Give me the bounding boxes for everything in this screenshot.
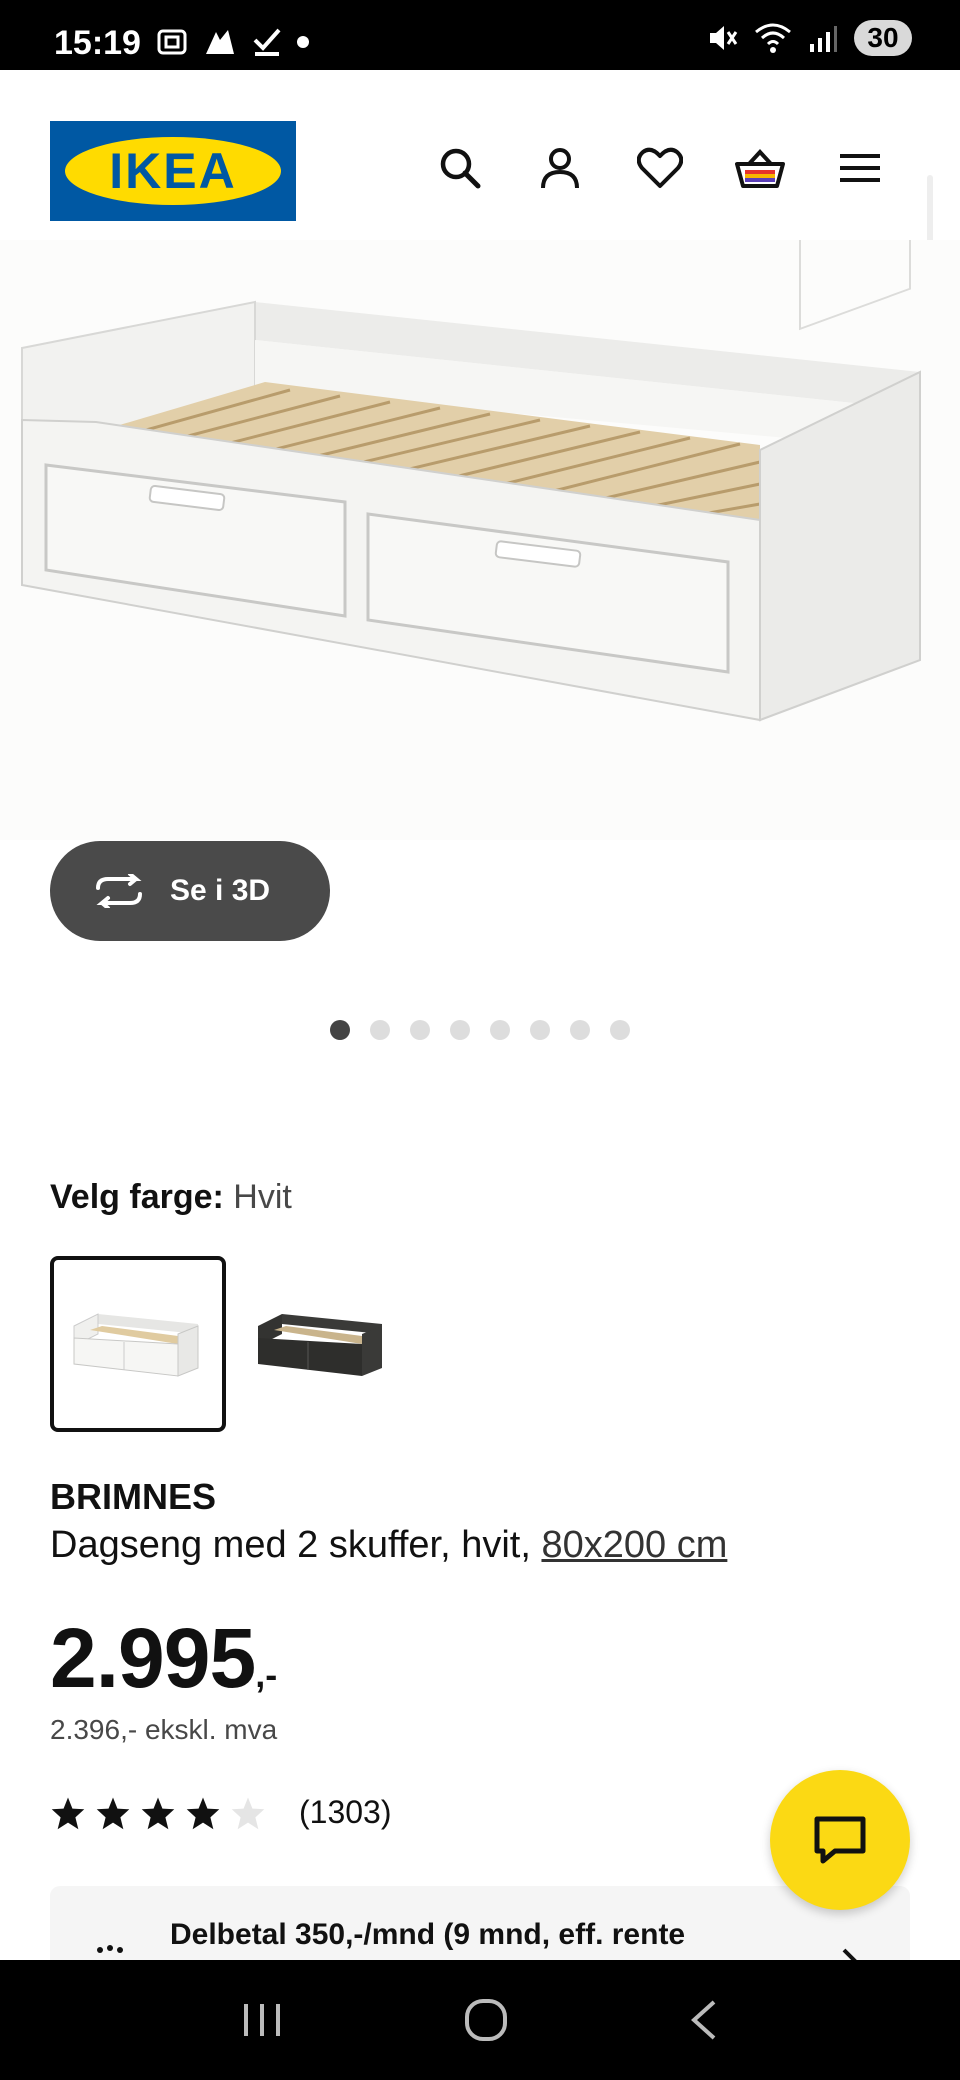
star-filled-icon	[51, 1796, 85, 1829]
product-size-link[interactable]: 80x200 cm	[541, 1524, 727, 1566]
logo-text: IKEA	[109, 143, 237, 199]
chat-button[interactable]	[770, 1770, 910, 1910]
carousel-dot-8[interactable]	[610, 1020, 630, 1040]
star-filled-icon	[141, 1796, 175, 1829]
price-ex-vat: 2.396,- ekskl. mva	[50, 1714, 278, 1745]
color-label-value: Hvit	[233, 1178, 292, 1216]
recent-apps-icon[interactable]	[240, 2000, 284, 2040]
color-picker-label: Velg farge: Hvit	[50, 1178, 292, 1217]
swatch-black-image	[258, 1314, 382, 1376]
rotate-3d-icon	[96, 874, 142, 908]
star-empty-icon	[231, 1796, 265, 1829]
daybed-illustration	[21, 107, 921, 722]
price: 2.995,-	[50, 1610, 277, 1707]
carousel-dot-6[interactable]	[530, 1020, 550, 1040]
swatch-white[interactable]	[50, 1256, 226, 1432]
search-icon[interactable]	[432, 140, 488, 196]
ikea-logo[interactable]: IKEA	[50, 121, 296, 221]
system-nav-bar	[0, 1960, 960, 2080]
review-count: (1303)	[299, 1794, 392, 1830]
product-description: Dagseng med 2 skuffer, hvit, 80x200 cm	[50, 1524, 727, 1567]
status-bar: 15:19 30	[0, 0, 960, 70]
product-image[interactable]	[0, 107, 960, 840]
back-icon[interactable]	[688, 1998, 720, 2042]
logo-oval: IKEA	[65, 137, 281, 205]
view-3d-label: Se i 3D	[170, 874, 271, 907]
mute-icon	[710, 26, 738, 50]
screenshot-icon	[157, 29, 187, 55]
swatch-black-brown[interactable]	[234, 1256, 410, 1432]
carousel-dot-2[interactable]	[370, 1020, 390, 1040]
status-time: 15:19	[54, 24, 141, 62]
dot-icon	[297, 36, 309, 48]
wifi-icon	[755, 23, 791, 53]
status-notification-icons	[156, 26, 310, 58]
account-icon[interactable]	[532, 140, 588, 196]
rating[interactable]: (1303)	[50, 1794, 392, 1831]
carousel-dot-4[interactable]	[450, 1020, 470, 1040]
carousel-dot-1[interactable]	[330, 1020, 350, 1040]
signal-icon	[810, 26, 837, 52]
heart-icon[interactable]	[632, 140, 688, 196]
star-filled-icon	[96, 1796, 130, 1829]
task-check-icon	[253, 28, 281, 56]
battery-level: 30	[854, 20, 912, 56]
price-suffix: ,-	[255, 1654, 278, 1695]
carousel-dots	[330, 1020, 630, 1040]
home-icon[interactable]	[464, 1998, 508, 2042]
carousel-dot-7[interactable]	[570, 1020, 590, 1040]
product-name: BRIMNES	[50, 1476, 217, 1517]
price-main: 2.995	[50, 1611, 256, 1705]
status-system-icons: 30	[706, 20, 912, 56]
carousel-dot-5[interactable]	[490, 1020, 510, 1040]
basket-icon[interactable]	[732, 140, 788, 196]
menu-icon[interactable]	[832, 140, 888, 196]
color-label-key: Velg farge:	[50, 1178, 224, 1216]
view-3d-button[interactable]: Se i 3D	[50, 841, 330, 941]
product-description-text: Dagseng med 2 skuffer, hvit,	[50, 1524, 531, 1566]
star-filled-icon	[186, 1796, 220, 1829]
app-notification-icon	[206, 30, 234, 54]
swatch-white-image	[73, 1313, 199, 1377]
carousel-dot-3[interactable]	[410, 1020, 430, 1040]
chat-icon	[814, 1816, 866, 1864]
installment-text: Delbetal 350,-/mnd (9 mnd, eff. rente	[170, 1918, 686, 1951]
